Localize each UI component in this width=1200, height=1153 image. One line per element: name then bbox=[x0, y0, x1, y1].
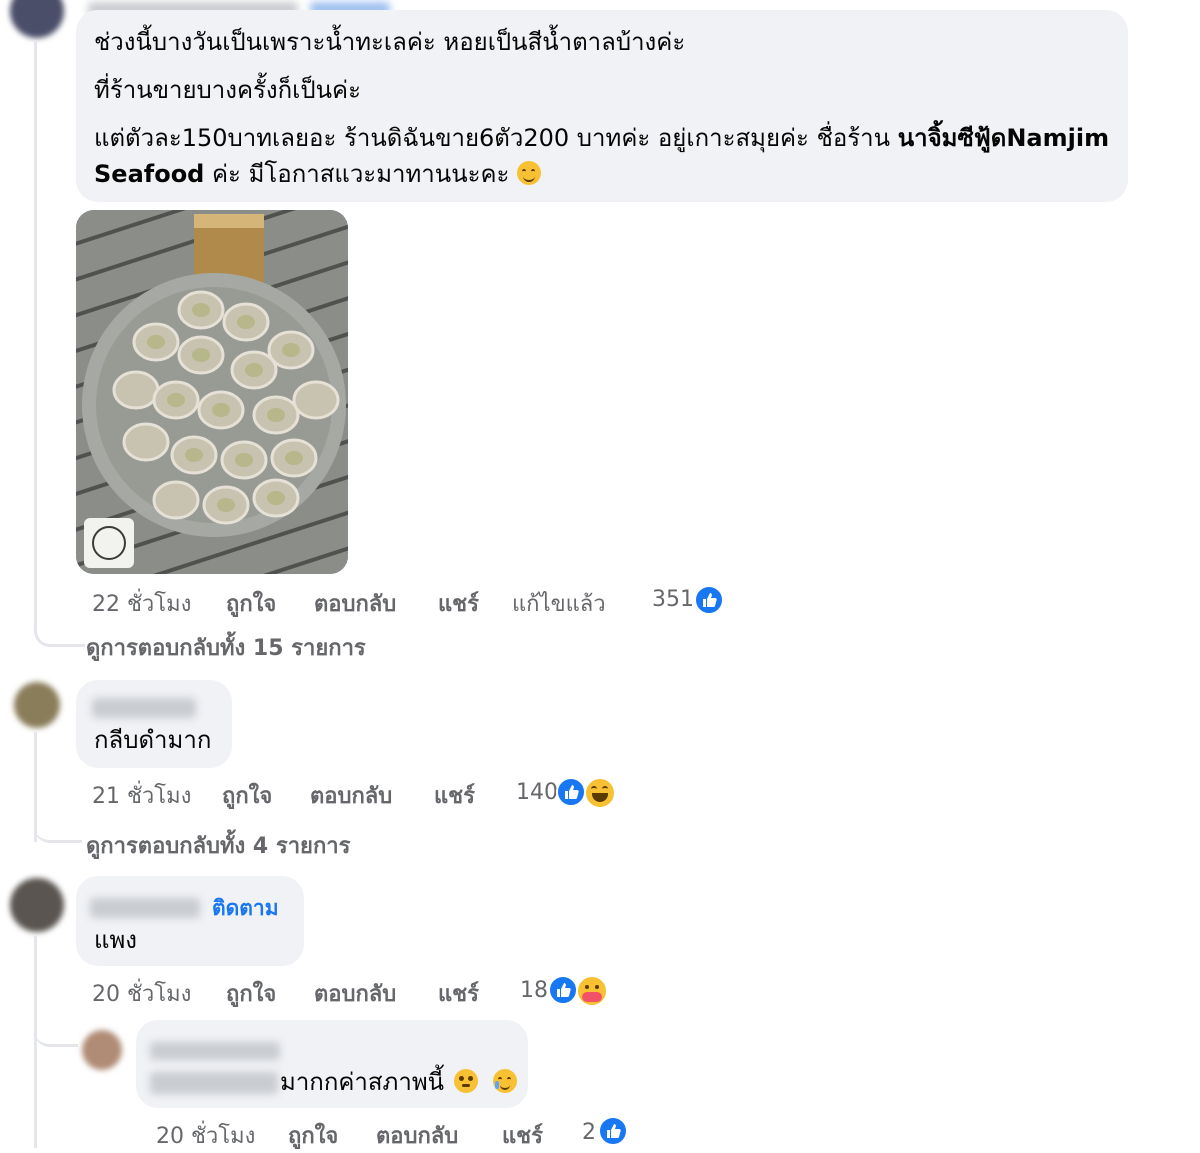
comment-bubble: ติดตาม แพง bbox=[76, 876, 304, 966]
comment-text-line-4: Seafood ค่ะ มีโอกาสแวะมาทานนะคะ bbox=[94, 156, 542, 192]
like-button[interactable]: ถูกใจ bbox=[226, 586, 276, 621]
share-button[interactable]: แชร์ bbox=[438, 976, 479, 1011]
teary-emoji-icon bbox=[453, 1069, 478, 1093]
thread-line bbox=[34, 790, 82, 843]
reaction-count[interactable]: 18 bbox=[520, 978, 548, 1003]
reaction-count[interactable]: 2 bbox=[582, 1120, 596, 1145]
comment-text: แพง bbox=[94, 926, 138, 954]
avatar[interactable] bbox=[10, 0, 64, 38]
comment-actions: 20 ชั่วโมง ถูกใจ ตอบกลับ แชร์ bbox=[156, 1118, 576, 1149]
blurred-author-name bbox=[150, 1072, 278, 1094]
comment-bubble: ช่วงนี้บางวันเป็นเพราะน้ำทะเลค่ะ หอยเป็น… bbox=[76, 10, 1128, 202]
attached-photo[interactable] bbox=[76, 210, 348, 574]
timestamp[interactable]: 21 ชั่วโมง bbox=[92, 778, 191, 813]
comment-text-segment: แต่ตัวละ150บาทเลยอะ ร้านดิฉันขาย6ตัว200 … bbox=[94, 124, 891, 152]
comment-text: มากกค่าสภาพนี้ bbox=[280, 1064, 518, 1100]
avatar[interactable] bbox=[14, 682, 60, 728]
reply-button[interactable]: ตอบกลับ bbox=[314, 586, 396, 621]
reaction-count[interactable]: 140 bbox=[516, 780, 558, 805]
edited-label[interactable]: แก้ไขแล้ว bbox=[512, 586, 606, 621]
blurred-author-name[interactable] bbox=[150, 1042, 280, 1060]
timestamp[interactable]: 22 ชั่วโมง bbox=[92, 586, 191, 621]
like-reaction-icon bbox=[548, 975, 578, 1005]
timestamp[interactable]: 20 ชั่วโมง bbox=[92, 976, 191, 1011]
shop-name-link-continued[interactable]: Seafood bbox=[94, 160, 204, 188]
teary-emoji-icon bbox=[493, 1069, 518, 1093]
blurred-author-name[interactable] bbox=[90, 898, 200, 918]
haha-reaction-icon bbox=[584, 777, 616, 809]
comment-actions: 20 ชั่วโมง ถูกใจ ตอบกลับ แชร์ bbox=[92, 976, 512, 1007]
reply-button[interactable]: ตอบกลับ bbox=[310, 778, 392, 813]
comment-bubble: กลีบดำมาก bbox=[76, 680, 232, 768]
thread-line bbox=[34, 1000, 78, 1047]
comment-actions: 21 ชั่วโมง ถูกใจ ตอบกลับ แชร์ bbox=[92, 778, 512, 809]
share-button[interactable]: แชร์ bbox=[434, 778, 475, 813]
view-replies-link[interactable]: ดูการตอบกลับทั้ง 15 รายการ bbox=[86, 630, 366, 665]
comment-text-line-2: ที่ร้านขายบางครั้งก็เป็นค่ะ bbox=[94, 76, 361, 104]
blurred-author-name[interactable] bbox=[92, 698, 196, 718]
view-replies-link[interactable]: ดูการตอบกลับทั้ง 4 รายการ bbox=[86, 828, 350, 863]
like-reaction-icon bbox=[598, 1116, 628, 1146]
like-button[interactable]: ถูกใจ bbox=[226, 976, 276, 1011]
comment-bubble: มากกค่าสภาพนี้ bbox=[136, 1020, 528, 1108]
reply-button[interactable]: ตอบกลับ bbox=[314, 976, 396, 1011]
smiling-emoji-icon bbox=[517, 161, 542, 185]
comment-text: กลีบดำมาก bbox=[94, 726, 212, 754]
comment-text-line-3: แต่ตัวละ150บาทเลยอะ ร้านดิฉันขาย6ตัว200 … bbox=[94, 120, 1109, 156]
comment-text-segment: ค่ะ มีโอกาสแวะมาทานนะคะ bbox=[212, 160, 510, 188]
shop-name-link[interactable]: นาจิ้มซีฟู้ดNamjim bbox=[898, 124, 1109, 152]
oyster-plate-photo bbox=[76, 210, 348, 574]
follow-link[interactable]: ติดตาม bbox=[212, 892, 279, 925]
thread-line bbox=[34, 936, 37, 1148]
share-button[interactable]: แชร์ bbox=[438, 586, 479, 621]
like-reaction-icon bbox=[694, 585, 724, 615]
comment-text-line-1: ช่วงนี้บางวันเป็นเพราะน้ำทะเลค่ะ หอยเป็น… bbox=[94, 28, 686, 56]
like-button[interactable]: ถูกใจ bbox=[222, 778, 272, 813]
like-reaction-icon bbox=[556, 777, 586, 807]
avatar[interactable] bbox=[82, 1030, 122, 1070]
comment-text-segment: มากกค่าสภาพนี้ bbox=[280, 1068, 445, 1096]
avatar[interactable] bbox=[10, 878, 64, 932]
reaction-count[interactable]: 351 bbox=[652, 587, 694, 612]
care-reaction-icon bbox=[576, 975, 608, 1007]
